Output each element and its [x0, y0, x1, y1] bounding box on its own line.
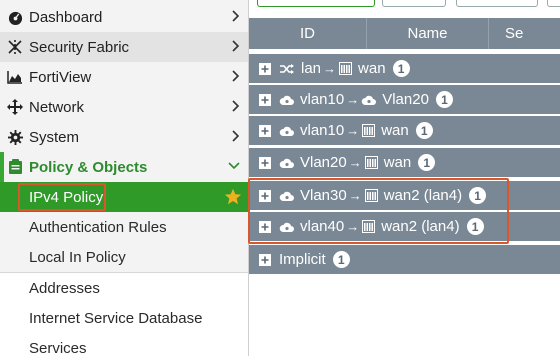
gear-icon [7, 129, 23, 145]
destination-interface: wan [383, 154, 412, 171]
policy-group-row[interactable]: Vlan20 → wan 1 [249, 148, 560, 177]
table-header: ID Name Se [249, 18, 560, 49]
source-interface: Vlan30 [300, 187, 347, 204]
shuffle-icon [280, 63, 294, 74]
arrow-label: → [346, 92, 360, 107]
network-arrows-icon [7, 99, 23, 115]
destination-interface: wan [381, 122, 409, 139]
source-interface: Vlan20 [300, 154, 347, 171]
arrow-label: → [323, 61, 337, 76]
sidebar-subitem-local-in-policy[interactable]: Local In Policy [0, 242, 248, 272]
chevron-right-icon [232, 70, 240, 82]
policy-table-area: ID Name Se lan → wan 1 vlan10 → Vlan20 1… [249, 0, 560, 356]
column-header-name[interactable]: Name [367, 18, 489, 49]
destination-interface: wan2 (lan4) [381, 218, 460, 235]
security-fabric-icon [7, 39, 23, 55]
source-interface: vlan40 [300, 218, 345, 235]
policy-group-row[interactable]: lan → wan 1 [249, 54, 560, 83]
expand-plus-icon[interactable] [259, 253, 271, 266]
policy-group-row[interactable]: vlan40 → wan2 (lan4) 1 [249, 212, 560, 241]
sidebar-subitem-label: Services [29, 339, 87, 356]
chevron-right-icon [232, 10, 240, 22]
sidebar-item-dashboard[interactable]: Dashboard [0, 2, 248, 32]
expand-plus-icon[interactable] [259, 189, 271, 202]
sidebar-subitem-authentication-rules[interactable]: Authentication Rules [0, 212, 248, 242]
policy-group-row[interactable]: vlan10 → wan 1 [249, 116, 560, 145]
arrow-label: → [346, 219, 360, 234]
sidebar-item-security-fabric[interactable]: Security Fabric [0, 32, 248, 62]
toolbar-button[interactable] [257, 0, 375, 7]
source-interface: lan [301, 60, 322, 77]
wan-port-icon [362, 124, 376, 137]
toolbar-button[interactable] [547, 0, 560, 7]
column-header-id[interactable]: ID [249, 18, 367, 49]
sidebar-item-policy-objects[interactable]: Policy & Objects [0, 152, 248, 182]
count-badge: 1 [332, 251, 350, 268]
expand-plus-icon[interactable] [259, 220, 271, 233]
cloud-icon [279, 222, 294, 232]
count-badge: 1 [392, 60, 410, 77]
chevron-right-icon [232, 130, 240, 142]
sidebar-item-fortiview[interactable]: FortiView [0, 62, 248, 92]
sidebar-item-label: Policy & Objects [29, 158, 148, 176]
chevron-down-icon [228, 162, 240, 170]
sidebar-item-label: System [29, 128, 80, 146]
cloud-icon [279, 126, 294, 136]
ipv4-policy-highlight-box [18, 183, 106, 211]
navigation-sidebar: Dashboard Security Fabric FortiView Netw… [0, 0, 249, 356]
sidebar-subitem-internet-service-database[interactable]: Internet Service Database [0, 303, 248, 333]
expand-plus-icon[interactable] [259, 156, 271, 169]
wan-port-icon [364, 189, 378, 202]
count-badge: 1 [415, 122, 433, 139]
sidebar-item-label: Network [29, 98, 85, 116]
sidebar-item-network[interactable]: Network [0, 92, 248, 122]
cloud-icon [279, 158, 294, 168]
sidebar-subitem-label: Addresses [29, 279, 100, 297]
chevron-right-icon [232, 100, 240, 112]
count-badge: 1 [435, 91, 453, 108]
chevron-right-icon [232, 40, 240, 52]
count-badge: 1 [466, 218, 484, 235]
sidebar-item-label: FortiView [29, 68, 92, 86]
group-label: Implicit [279, 251, 326, 268]
sidebar-subitem-label: Internet Service Database [29, 309, 203, 327]
sidebar-subitem-label: Local In Policy [29, 248, 126, 266]
sidebar-subitem-services[interactable]: Services [0, 333, 248, 356]
favorite-star-icon[interactable] [224, 188, 242, 206]
policy-group-row-implicit[interactable]: Implicit 1 [249, 245, 560, 274]
policy-clipboard-icon [7, 159, 23, 175]
sidebar-subitem-label: Authentication Rules [29, 218, 167, 236]
sidebar-item-system[interactable]: System [0, 122, 248, 152]
area-chart-icon [7, 69, 23, 85]
arrow-label: → [348, 188, 362, 203]
arrow-label: → [348, 155, 362, 170]
sidebar-item-label: Security Fabric [29, 38, 130, 56]
count-badge: 1 [418, 154, 436, 171]
policy-group-row[interactable]: vlan10 → Vlan20 1 [249, 85, 560, 114]
sidebar-item-label: Dashboard [29, 8, 103, 26]
sidebar-subitem-addresses[interactable]: Addresses [0, 272, 248, 303]
wan-port-icon [364, 156, 378, 169]
cloud-icon [279, 95, 294, 105]
destination-interface: Vlan20 [382, 91, 429, 108]
dashboard-icon [7, 9, 23, 25]
policy-group-row[interactable]: Vlan30 → wan2 (lan4) 1 [249, 181, 560, 210]
destination-interface: wan2 (lan4) [383, 187, 463, 204]
expand-plus-icon[interactable] [259, 93, 271, 106]
count-badge: 1 [469, 187, 487, 204]
cloud-icon [361, 95, 377, 105]
expand-plus-icon[interactable] [259, 124, 271, 137]
column-header-source[interactable]: Se [489, 18, 560, 49]
expand-plus-icon[interactable] [259, 62, 271, 75]
destination-interface: wan [358, 60, 386, 77]
toolbar-button[interactable] [382, 0, 446, 7]
wan-port-icon [362, 220, 376, 233]
wan-port-icon [339, 62, 353, 75]
arrow-label: → [346, 123, 360, 138]
source-interface: vlan10 [300, 122, 345, 139]
cloud-icon [279, 191, 294, 201]
source-interface: vlan10 [300, 91, 345, 108]
toolbar-button[interactable] [456, 0, 538, 7]
